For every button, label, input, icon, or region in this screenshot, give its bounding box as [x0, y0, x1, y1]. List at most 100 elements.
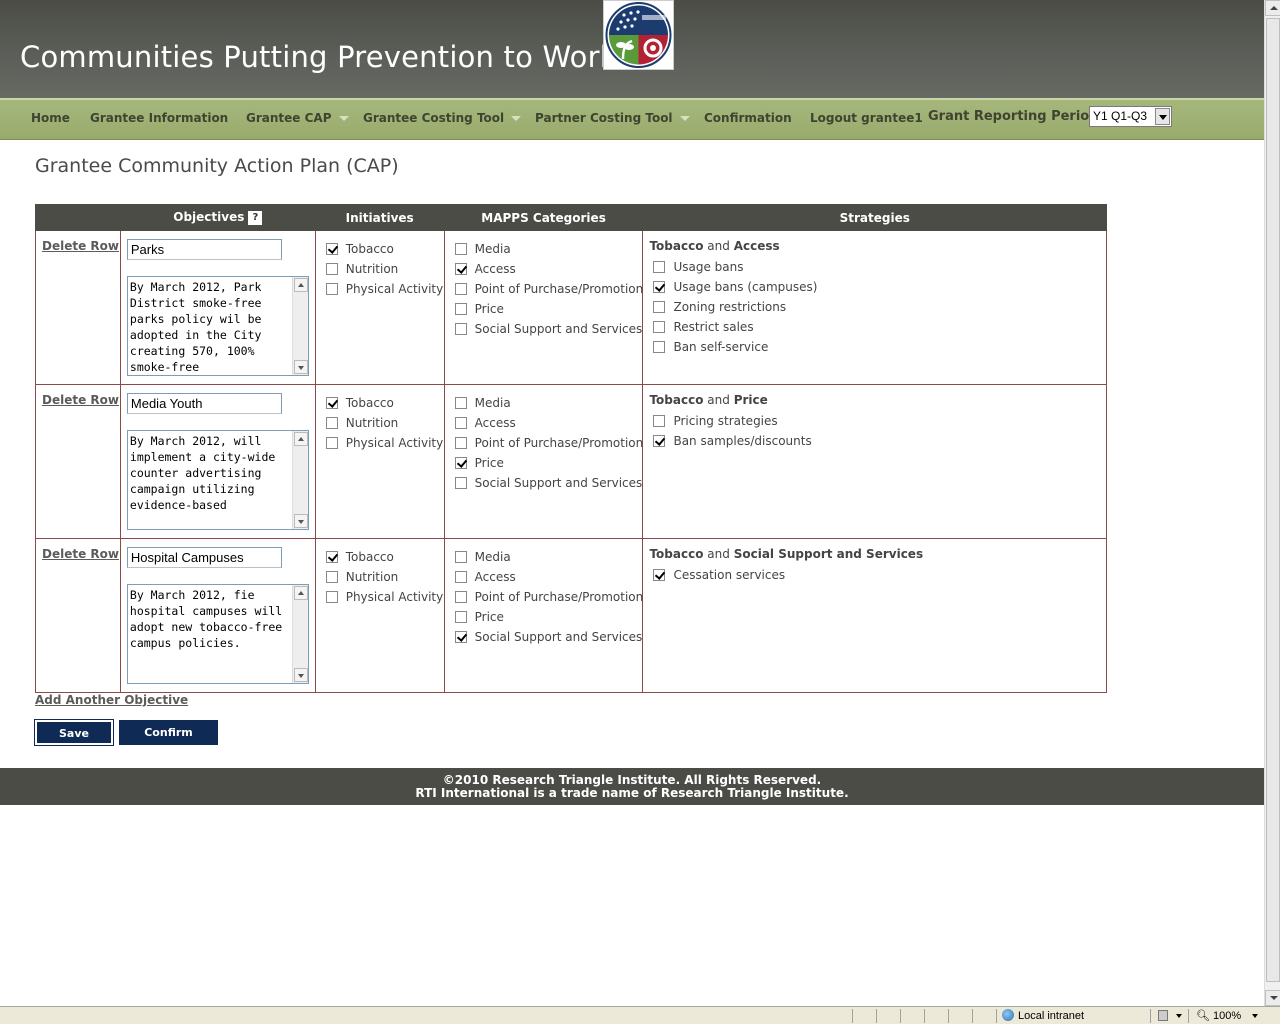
scroll-up-icon[interactable]: [1265, 0, 1280, 16]
textarea-scrollbar[interactable]: [291, 431, 308, 529]
strategy-checkbox[interactable]: [653, 569, 666, 581]
mapps-checkbox[interactable]: [454, 457, 467, 469]
mapps-checkbox[interactable]: [454, 417, 467, 429]
strategy-option[interactable]: Ban samples/discounts: [653, 431, 812, 451]
initiative-option[interactable]: Tobacco: [325, 239, 444, 259]
mapps-option[interactable]: Point of Purchase/Promotion: [454, 279, 643, 299]
initiative-option[interactable]: Nutrition: [325, 567, 444, 587]
strategy-option[interactable]: Ban self-service: [653, 337, 817, 357]
initiative-checkbox[interactable]: [325, 437, 338, 449]
scroll-down-icon[interactable]: [293, 360, 308, 374]
scroll-down-icon[interactable]: [293, 668, 308, 682]
mapps-option[interactable]: Social Support and Services: [454, 473, 644, 493]
initiative-checkbox[interactable]: [325, 243, 338, 255]
mapps-option[interactable]: Price: [454, 453, 644, 473]
initiative-option[interactable]: Physical Activity: [325, 279, 443, 299]
mapps-checkbox[interactable]: [454, 397, 467, 409]
objective-name-input[interactable]: [126, 393, 282, 414]
textarea-scrollbar[interactable]: [291, 277, 308, 375]
confirm-button[interactable]: Confirm: [119, 720, 218, 745]
strategy-checkbox[interactable]: [653, 321, 666, 333]
initiative-checkbox[interactable]: [325, 397, 338, 409]
scroll-down-icon[interactable]: [293, 514, 308, 528]
nav-confirmation[interactable]: Confirmation: [704, 111, 792, 125]
initiative-checkbox[interactable]: [325, 417, 338, 429]
mapps-checkbox[interactable]: [454, 591, 467, 603]
strategy-option[interactable]: Pricing strategies: [653, 411, 811, 431]
chevron-down-icon[interactable]: [1176, 1014, 1182, 1018]
mapps-checkbox[interactable]: [454, 437, 467, 449]
strategy-checkbox[interactable]: [653, 261, 666, 273]
mapps-option[interactable]: Price: [454, 299, 644, 319]
delete-row-link[interactable]: Delete Row: [42, 547, 119, 561]
initiative-checkbox[interactable]: [325, 591, 338, 603]
nav-grantee-information[interactable]: Grantee Information: [90, 111, 228, 125]
initiative-checkbox[interactable]: [325, 551, 338, 563]
objective-name-input[interactable]: [126, 547, 282, 568]
mapps-checkbox[interactable]: [454, 263, 467, 275]
nav-grantee-costing-tool[interactable]: Grantee Costing Tool: [363, 111, 522, 125]
save-button[interactable]: Save: [34, 719, 114, 746]
strategy-option[interactable]: Zoning restrictions: [653, 297, 817, 317]
objective-description-textarea[interactable]: By March 2012, will implement a city-wid…: [126, 430, 309, 530]
initiative-option[interactable]: Physical Activity: [325, 433, 443, 453]
mapps-checkbox[interactable]: [454, 631, 467, 643]
mapps-checkbox[interactable]: [454, 477, 467, 489]
nav-home[interactable]: Home: [31, 111, 70, 125]
strategy-checkbox[interactable]: [653, 281, 666, 293]
strategy-option[interactable]: Usage bans: [653, 257, 817, 277]
strategy-checkbox[interactable]: [653, 435, 666, 447]
mapps-checkbox[interactable]: [454, 611, 467, 623]
initiative-checkbox[interactable]: [325, 283, 338, 295]
mapps-option[interactable]: Point of Purchase/Promotion: [454, 587, 643, 607]
strategy-option[interactable]: Cessation services: [653, 565, 785, 585]
mapps-option[interactable]: Price: [454, 607, 644, 627]
mapps-checkbox[interactable]: [454, 303, 467, 315]
nav-grantee-cap[interactable]: Grantee CAP: [246, 111, 349, 125]
scroll-up-icon[interactable]: [293, 278, 308, 292]
help-icon[interactable]: ?: [248, 210, 263, 225]
initiative-checkbox[interactable]: [325, 571, 338, 583]
delete-row-link[interactable]: Delete Row: [42, 239, 119, 253]
initiative-option[interactable]: Tobacco: [325, 393, 444, 413]
objective-name-input[interactable]: [126, 239, 282, 260]
strategy-option[interactable]: Usage bans (campuses): [653, 277, 817, 297]
add-objective-link[interactable]: Add Another Objective: [35, 693, 188, 707]
strategy-checkbox[interactable]: [653, 301, 666, 313]
mapps-option[interactable]: Social Support and Services: [454, 627, 644, 647]
nav-partner-costing-tool[interactable]: Partner Costing Tool: [535, 111, 690, 125]
initiative-option[interactable]: Physical Activity: [325, 587, 443, 607]
initiative-option[interactable]: Nutrition: [325, 259, 444, 279]
mapps-option[interactable]: Access: [454, 413, 644, 433]
mapps-checkbox[interactable]: [454, 551, 467, 563]
textarea-scrollbar[interactable]: [291, 585, 308, 683]
mapps-option[interactable]: Access: [454, 259, 644, 279]
zoom-control[interactable]: 🔍︎ 100%: [1196, 1009, 1241, 1022]
strategy-checkbox[interactable]: [653, 415, 666, 427]
strategy-option[interactable]: Restrict sales: [653, 317, 817, 337]
initiative-checkbox[interactable]: [325, 263, 338, 275]
grant-period-select[interactable]: Y1 Q1-Q3: [1089, 106, 1172, 127]
strategy-checkbox[interactable]: [653, 341, 666, 353]
initiative-option[interactable]: Nutrition: [325, 413, 444, 433]
scroll-up-icon[interactable]: [293, 586, 308, 600]
mapps-option[interactable]: Media: [454, 239, 644, 259]
delete-row-link[interactable]: Delete Row: [42, 393, 119, 407]
initiative-option[interactable]: Tobacco: [325, 547, 444, 567]
chevron-down-icon[interactable]: [1252, 1014, 1258, 1018]
scroll-up-icon[interactable]: [293, 432, 308, 446]
objective-description-textarea[interactable]: By March 2012, Park District smoke-free …: [126, 276, 309, 376]
mapps-option[interactable]: Media: [454, 547, 644, 567]
mapps-option[interactable]: Media: [454, 393, 644, 413]
scroll-down-icon[interactable]: [1265, 990, 1280, 1006]
nav-logout[interactable]: Logout grantee1: [810, 111, 923, 125]
dropdown-arrow-icon[interactable]: [1155, 108, 1170, 125]
scroll-thumb[interactable]: [1266, 18, 1280, 982]
mapps-option[interactable]: Access: [454, 567, 644, 587]
mapps-option[interactable]: Point of Purchase/Promotion: [454, 433, 643, 453]
mapps-checkbox[interactable]: [454, 323, 467, 335]
mapps-checkbox[interactable]: [454, 283, 467, 295]
mapps-checkbox[interactable]: [454, 243, 467, 255]
mapps-checkbox[interactable]: [454, 571, 467, 583]
protected-mode-icon[interactable]: [1158, 1010, 1168, 1021]
